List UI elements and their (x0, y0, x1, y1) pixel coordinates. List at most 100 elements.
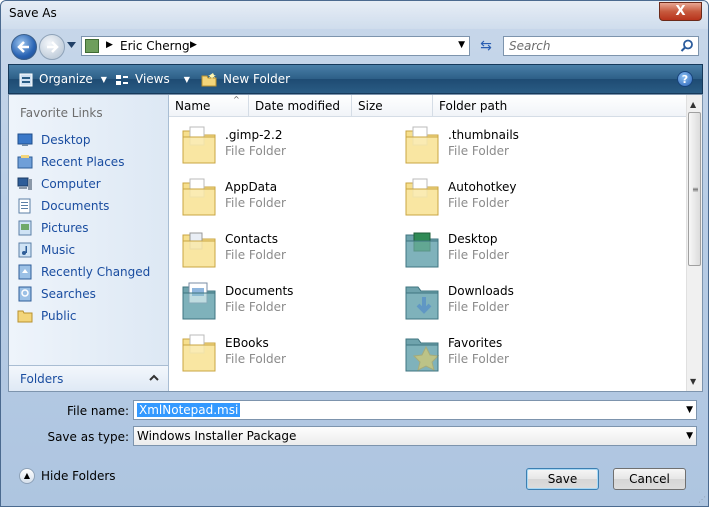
documents-folder-icon (181, 279, 217, 321)
file-type: File Folder (448, 196, 509, 210)
vertical-scrollbar[interactable]: ▲ ≡ ▼ (686, 95, 702, 391)
back-button[interactable] (11, 34, 37, 60)
resize-grip-icon[interactable]: ⋰ (698, 495, 706, 504)
column-date-modified[interactable]: Date modified (249, 95, 352, 117)
file-type: File Folder (225, 352, 286, 366)
new-folder-icon (201, 72, 217, 86)
file-item[interactable]: EBooks File Folder (173, 327, 383, 377)
nav-item-documents[interactable]: Documents (17, 195, 150, 217)
scroll-down-icon[interactable]: ▼ (690, 377, 696, 386)
address-path-segment[interactable]: Eric Cherng (120, 39, 190, 53)
file-item[interactable]: Favorites File Folder (396, 327, 606, 377)
search-icon[interactable] (680, 39, 694, 53)
file-name-label: File name: (67, 404, 129, 418)
folders-toggle-bar[interactable]: Folders (9, 365, 168, 391)
help-icon[interactable]: ? (677, 71, 693, 87)
nav-item-music[interactable]: Music (17, 239, 150, 261)
nav-item-recently-changed[interactable]: Recently Changed (17, 261, 150, 283)
file-type: File Folder (448, 248, 509, 262)
nav-item-desktop[interactable]: Desktop (17, 129, 150, 151)
recent-pages-dropdown-icon[interactable] (67, 42, 76, 48)
views-dropdown-icon: ▼ (183, 75, 190, 84)
public-icon (17, 310, 33, 323)
hide-folders-button[interactable]: ▲ Hide Folders (19, 468, 116, 484)
save-as-type-select[interactable]: Windows Installer Package ▼ (133, 426, 697, 446)
refresh-icon[interactable]: ⇆ (475, 37, 497, 55)
file-type: File Folder (448, 300, 509, 314)
column-size[interactable]: Size (352, 95, 433, 117)
views-button[interactable]: Views ▼ (115, 72, 190, 87)
address-segment-chevron-icon[interactable]: ▶ (190, 40, 197, 50)
column-folder-path[interactable]: Folder path (433, 95, 686, 117)
file-item[interactable]: Documents File Folder (173, 275, 383, 325)
file-name: .gimp-2.2 (225, 128, 283, 142)
file-type: File Folder (225, 144, 286, 158)
organize-dropdown-icon: ▼ (100, 75, 107, 84)
address-dropdown-icon[interactable]: ▼ (458, 40, 465, 50)
file-name: Autohotkey (448, 180, 517, 194)
new-folder-button[interactable]: New Folder (201, 72, 290, 87)
file-item[interactable]: Autohotkey File Folder (396, 171, 606, 221)
downloads-folder-icon (404, 279, 440, 321)
music-icon (18, 242, 32, 258)
forward-button[interactable] (39, 34, 65, 60)
scroll-up-icon[interactable]: ▲ (690, 100, 696, 109)
close-button[interactable]: X (659, 2, 702, 21)
nav-item-searches[interactable]: Searches (17, 283, 150, 305)
column-name[interactable]: Name ^ (169, 95, 249, 117)
desktop-icon (17, 133, 33, 146)
file-name: Desktop (448, 232, 498, 246)
nav-item-recent-places[interactable]: Recent Places (17, 151, 150, 173)
save-button[interactable]: Save (526, 468, 599, 490)
search-placeholder: Search (509, 39, 551, 53)
contacts-folder-icon (181, 227, 217, 269)
save-as-type-value: Windows Installer Package (137, 429, 297, 443)
file-item[interactable]: .thumbnails File Folder (396, 119, 606, 169)
scrollbar-grip-icon: ≡ (692, 185, 699, 194)
save-as-type-dropdown-icon[interactable]: ▼ (686, 431, 693, 441)
address-chevron-icon[interactable]: ▶ (106, 40, 113, 50)
file-item[interactable]: Downloads File Folder (396, 275, 606, 325)
folder-icon (181, 123, 217, 165)
file-name: .thumbnails (448, 128, 519, 142)
cancel-button[interactable]: Cancel (613, 468, 686, 490)
file-type: File Folder (448, 144, 509, 158)
folder-icon (181, 175, 217, 217)
favorites-folder-icon (404, 331, 440, 373)
organize-icon (19, 73, 33, 86)
documents-icon (18, 198, 31, 214)
file-item[interactable]: .gimp-2.2 File Folder (173, 119, 383, 169)
title-bar: Save As X (1, 1, 708, 29)
file-item[interactable]: AppData File Folder (173, 171, 383, 221)
organize-button[interactable]: Organize ▼ (19, 72, 107, 87)
file-name-dropdown-icon[interactable]: ▼ (686, 405, 693, 415)
address-bar[interactable]: ▶ Eric Cherng ▶ ▼ (81, 36, 470, 56)
folder-icon (404, 175, 440, 217)
searches-icon (18, 286, 32, 302)
favorite-links-heading: Favorite Links (20, 106, 103, 120)
file-name-value[interactable]: XmlNotepad.msi (137, 403, 241, 417)
scrollbar-thumb[interactable]: ≡ (688, 112, 701, 266)
nav-item-computer[interactable]: Computer (17, 173, 150, 195)
search-input[interactable]: Search (503, 36, 699, 56)
hide-folders-label: Hide Folders (41, 469, 116, 483)
file-list: Name ^ Date modified Size Folder path .gi… (169, 95, 702, 391)
computer-icon (17, 177, 32, 190)
navigation-pane: Favorite Links Desktop Recent Places Com… (9, 95, 169, 391)
file-item[interactable]: Desktop File Folder (396, 223, 606, 273)
favorite-links-list: Desktop Recent Places Computer Documents… (17, 129, 150, 327)
nav-item-public[interactable]: Public (17, 305, 150, 327)
file-item[interactable]: Contacts File Folder (173, 223, 383, 273)
views-label: Views (135, 72, 170, 86)
desktop-folder-icon (404, 227, 440, 269)
chevron-up-icon[interactable] (148, 371, 160, 383)
file-name-input[interactable]: XmlNotepad.msi ▼ (133, 400, 697, 420)
file-name: EBooks (225, 336, 269, 350)
file-name: Downloads (448, 284, 514, 298)
file-name: Contacts (225, 232, 278, 246)
sort-indicator-icon: ^ (233, 95, 240, 104)
recently-changed-icon (18, 264, 32, 280)
nav-item-pictures[interactable]: Pictures (17, 217, 150, 239)
window-title: Save As (9, 6, 57, 20)
file-name: AppData (225, 180, 278, 194)
